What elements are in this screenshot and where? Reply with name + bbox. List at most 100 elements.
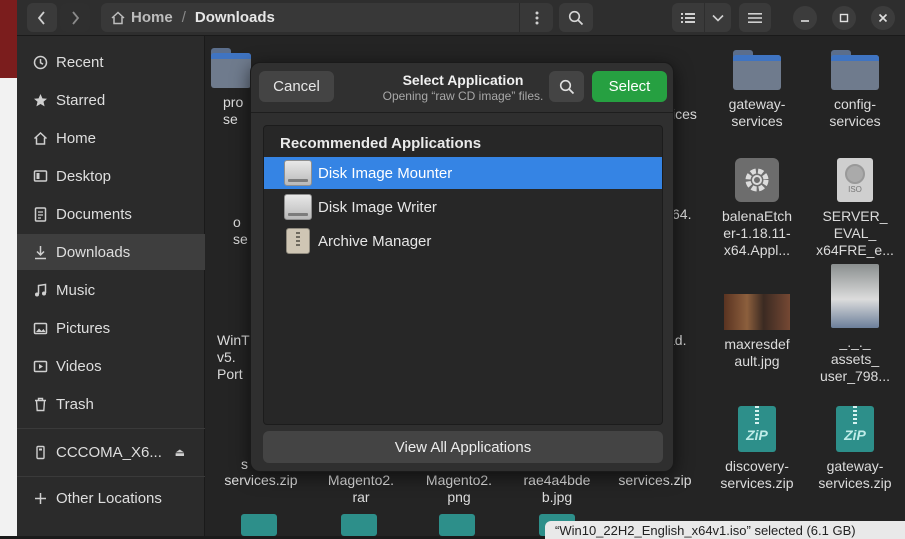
- music-icon: [32, 282, 48, 298]
- sidebar-item-label: CCCOMA_X6...: [56, 443, 162, 461]
- sidebar-item-label: Documents: [56, 205, 132, 223]
- desktop-icon: [32, 168, 48, 184]
- file-balena-etcher[interactable]: balenaEtch er-1.18.11- x64.Appl...: [711, 158, 803, 259]
- app-label: Archive Manager: [318, 232, 432, 250]
- file-services-zip[interactable]: services.zip: [215, 472, 307, 489]
- file-gateway-services-zip[interactable]: ZiP gateway- services.zip: [809, 406, 901, 492]
- sidebar-divider: [17, 428, 205, 429]
- sidebar-item-device[interactable]: CCCOMA_X6... ⏏: [17, 434, 205, 470]
- path-bar[interactable]: Home / Downloads: [101, 3, 553, 32]
- folder-icon: [211, 48, 251, 88]
- hamburger-menu-icon: [748, 12, 762, 23]
- file-manager-window: Home / Downloads Recent Starred Home Des…: [17, 0, 905, 536]
- vertical-dots-icon: [535, 11, 538, 24]
- sidebar-item-label: Trash: [56, 395, 94, 413]
- sidebar-item-downloads[interactable]: Downloads: [17, 234, 205, 270]
- app-label: Disk Image Mounter: [318, 164, 453, 182]
- sidebar-item-pictures[interactable]: Pictures: [17, 310, 205, 346]
- dialog-header: Cancel Select Application Opening “raw C…: [251, 63, 673, 113]
- zip-archive-icon: ZiP: [738, 406, 776, 452]
- folder-icon: [733, 50, 781, 90]
- select-button[interactable]: Select: [592, 71, 667, 102]
- file-server-eval-iso[interactable]: ISO SERVER_ EVAL_ x64FRE_e...: [809, 158, 901, 259]
- selection-status: “Win10_22H2_English_x64v1.iso” selected …: [545, 521, 905, 539]
- main-menu-button[interactable]: [739, 3, 771, 32]
- chevron-down-icon: [712, 14, 724, 22]
- file-rae4a4bdeb-jpg[interactable]: rae4a4bde b.jpg: [511, 472, 603, 506]
- eject-icon[interactable]: ⏏: [175, 446, 185, 459]
- star-icon: [32, 92, 48, 108]
- gear-icon: [735, 158, 779, 202]
- file-magento2-rar[interactable]: Magento2. rar: [315, 472, 407, 506]
- usb-drive-icon: [32, 444, 48, 460]
- search-button[interactable]: [559, 3, 593, 32]
- folder-icon: [831, 50, 879, 90]
- view-all-applications-button[interactable]: View All Applications: [263, 431, 663, 463]
- zip-archive-icon: [341, 514, 377, 536]
- zip-archive-icon: ZiP: [836, 406, 874, 452]
- file-services-zip[interactable]: services.zip: [609, 472, 701, 489]
- video-icon: [32, 358, 48, 374]
- sidebar-item-label: Music: [56, 281, 96, 299]
- clock-icon: [32, 54, 48, 70]
- sidebar: Recent Starred Home Desktop Documents Do…: [17, 36, 205, 536]
- maximize-button[interactable]: [832, 6, 856, 30]
- sidebar-item-home[interactable]: Home: [17, 120, 205, 156]
- folder-gateway-services[interactable]: gateway- services: [711, 50, 803, 130]
- minimize-icon: [801, 20, 809, 22]
- sidebar-item-music[interactable]: Music: [17, 272, 205, 308]
- desktop-background: [0, 0, 17, 536]
- list-heading: Recommended Applications: [280, 135, 482, 152]
- path-home[interactable]: Home: [131, 9, 173, 26]
- app-row-disk-image-mounter[interactable]: Disk Image Mounter: [264, 157, 662, 189]
- sidebar-item-documents[interactable]: Documents: [17, 196, 205, 232]
- sidebar-item-label: Downloads: [56, 243, 131, 261]
- sidebar-item-recent[interactable]: Recent: [17, 44, 205, 80]
- sidebar-item-label: Home: [56, 129, 97, 147]
- dialog-subtitle: Opening “raw CD image” files.: [382, 89, 544, 103]
- file-magento2-png[interactable]: Magento2. png: [413, 472, 505, 506]
- archive-icon: [286, 228, 310, 254]
- file-discovery-services-zip[interactable]: ZiP discovery- services.zip: [711, 406, 803, 492]
- path-menu-button[interactable]: [519, 3, 553, 32]
- cancel-button[interactable]: Cancel: [259, 71, 334, 102]
- minimize-button[interactable]: [793, 6, 817, 30]
- close-button[interactable]: [871, 6, 895, 30]
- dialog-title: Select Application: [402, 72, 524, 88]
- sidebar-item-label: Recent: [56, 53, 104, 71]
- sidebar-item-desktop[interactable]: Desktop: [17, 158, 205, 194]
- path-current[interactable]: Downloads: [195, 9, 275, 26]
- list-view-button[interactable]: [672, 3, 704, 32]
- zip-archive-icon: [241, 514, 277, 536]
- dialog-search-button[interactable]: [549, 71, 584, 102]
- sidebar-item-trash[interactable]: Trash: [17, 386, 205, 422]
- image-thumbnail: [831, 264, 879, 328]
- file-assets-user[interactable]: _._._ assets_ user_798...: [809, 264, 901, 385]
- forward-button[interactable]: [60, 3, 90, 32]
- disc-image-icon: ISO: [837, 158, 873, 202]
- sidebar-item-label: Other Locations: [56, 489, 162, 507]
- sidebar-item-label: Pictures: [56, 319, 111, 337]
- application-list: Recommended Applications Disk Image Moun…: [263, 125, 663, 425]
- list-view-icon: [681, 12, 695, 23]
- zip-archive-icon: [439, 514, 475, 536]
- image-thumbnail: [724, 294, 790, 330]
- picture-icon: [32, 320, 48, 336]
- disk-drive-icon: [284, 194, 312, 220]
- close-icon: [878, 13, 888, 23]
- headerbar: Home / Downloads: [17, 0, 905, 36]
- folder-config-services[interactable]: config- services: [809, 50, 901, 130]
- sidebar-item-other-locations[interactable]: Other Locations: [17, 480, 205, 516]
- back-button[interactable]: [27, 3, 57, 32]
- sidebar-item-starred[interactable]: Starred: [17, 82, 205, 118]
- trash-icon: [32, 396, 48, 412]
- sidebar-item-videos[interactable]: Videos: [17, 348, 205, 384]
- disk-drive-icon: [284, 160, 312, 186]
- sidebar-item-label: Desktop: [56, 167, 112, 185]
- view-options-button[interactable]: [705, 3, 731, 32]
- chevron-right-icon: [72, 10, 80, 25]
- file-maxresdefault-jpg[interactable]: maxresdef ault.jpg: [711, 292, 803, 370]
- download-icon: [32, 244, 48, 260]
- app-row-disk-image-writer[interactable]: Disk Image Writer: [264, 191, 662, 223]
- app-row-archive-manager[interactable]: Archive Manager: [264, 225, 662, 257]
